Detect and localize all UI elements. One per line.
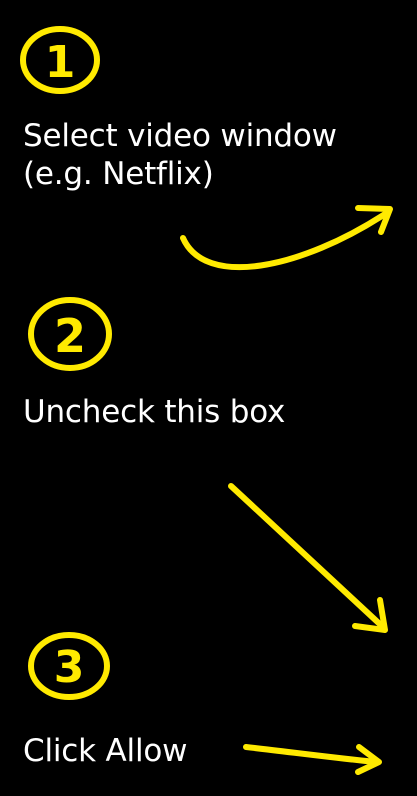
step-2-number: 2	[54, 309, 86, 363]
step-1-line-2: (e.g. Netflix)	[23, 156, 214, 192]
step-3-line-1: Click Allow	[23, 733, 188, 769]
circled-number-three-icon: 3	[28, 632, 110, 700]
circled-number-two-icon: 2	[28, 297, 112, 371]
step-3-text: Click Allow	[23, 732, 187, 770]
step-2-line-1: Uncheck this box	[23, 394, 286, 430]
step-1-number: 1	[45, 37, 76, 88]
step-2-text: Uncheck this box	[23, 393, 285, 431]
step-1-text: Select video window (e.g. Netflix)	[23, 117, 337, 193]
step-3-number: 3	[54, 642, 85, 693]
circled-number-one-icon: 1	[20, 26, 100, 94]
step-1-line-1: Select video window	[23, 118, 337, 154]
